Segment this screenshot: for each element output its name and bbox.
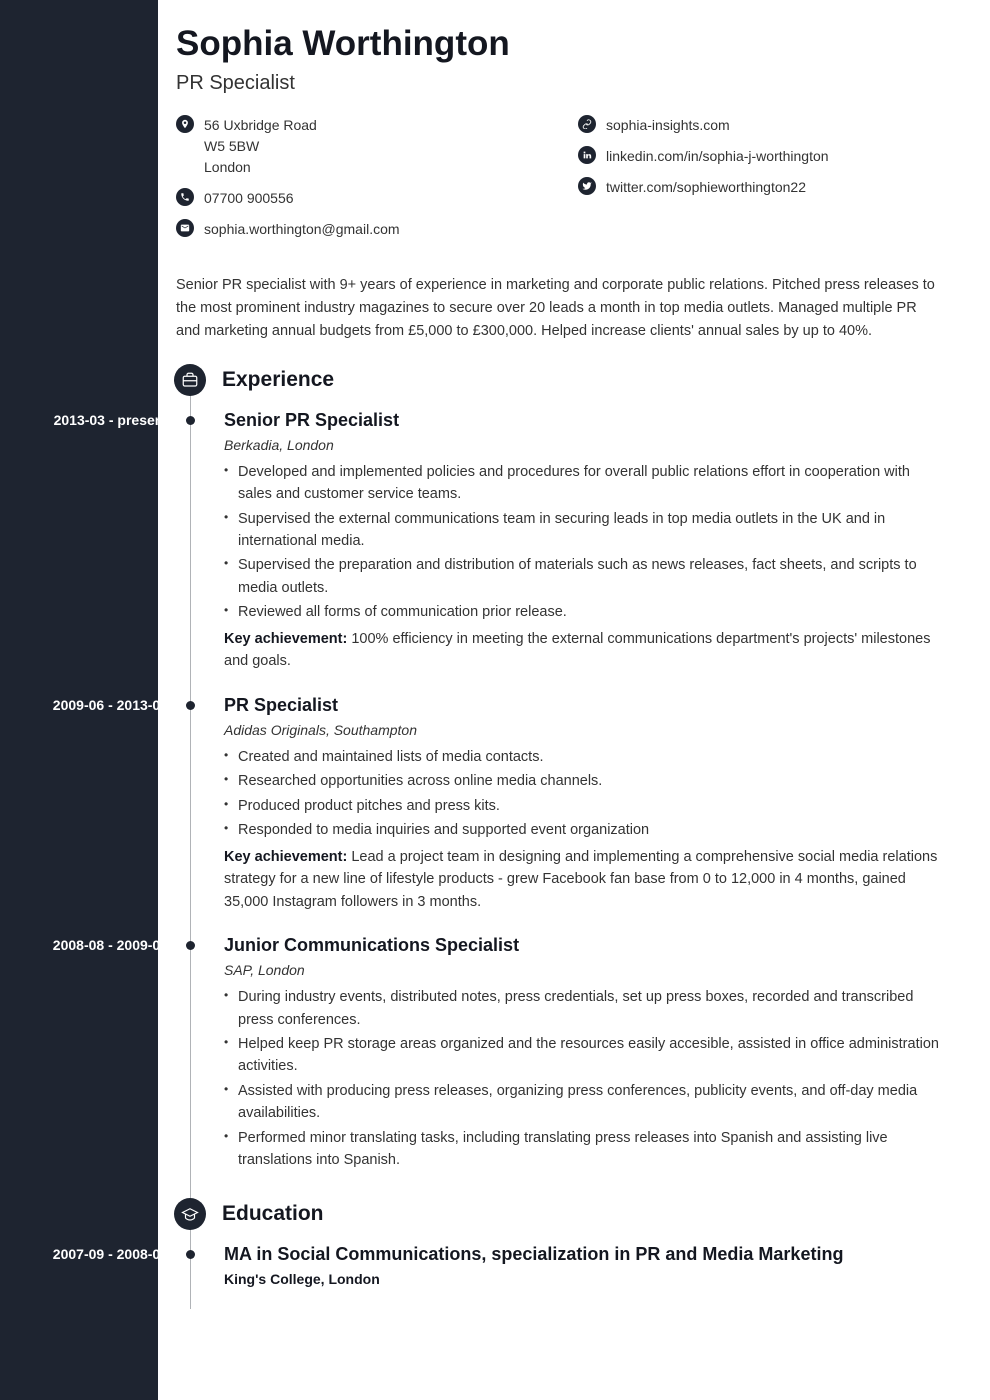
contact-section: 56 Uxbridge Road W5 5BW London 07700 900… xyxy=(176,115,940,250)
timeline-dot xyxy=(186,941,195,950)
twitter-icon xyxy=(578,177,596,195)
education-header: Education xyxy=(174,1198,940,1230)
bullet: Supervised the external communications t… xyxy=(224,508,940,553)
timeline-dot xyxy=(186,701,195,710)
entry-title: Senior PR Specialist xyxy=(224,410,940,431)
contact-website: sophia-insights.com xyxy=(578,115,940,136)
address-line1: 56 Uxbridge Road xyxy=(204,117,317,133)
contact-twitter: twitter.com/sophieworthington22 xyxy=(578,177,940,198)
job-title: PR Specialist xyxy=(176,72,940,95)
experience-entry: 2008-08 - 2009-06 Junior Communications … xyxy=(190,935,940,1198)
person-name: Sophia Worthington xyxy=(176,24,940,64)
location-icon xyxy=(176,115,194,133)
bullet: During industry events, distributed note… xyxy=(224,986,940,1031)
phone-icon xyxy=(176,188,194,206)
bullet: Researched opportunities across online m… xyxy=(224,770,940,792)
timeline-dot xyxy=(186,1250,195,1259)
education-title: Education xyxy=(222,1202,324,1226)
phone-text: 07700 900556 xyxy=(204,188,294,209)
experience-title: Experience xyxy=(222,368,334,392)
entry-company: SAP, London xyxy=(224,962,940,978)
timeline-dot xyxy=(186,416,195,425)
entry-company: Berkadia, London xyxy=(224,437,940,453)
briefcase-icon xyxy=(174,364,206,396)
linkedin-text: linkedin.com/in/sophia-j-worthington xyxy=(606,146,829,167)
entry-school: King's College, London xyxy=(224,1271,940,1287)
experience-entry: 2013-03 - present Senior PR Specialist B… xyxy=(190,410,940,695)
link-icon xyxy=(578,115,596,133)
bullet: Supervised the preparation and distribut… xyxy=(224,554,940,599)
address-line2: W5 5BW xyxy=(204,138,259,154)
education-timeline: 2007-09 - 2008-07 MA in Social Communica… xyxy=(190,1244,940,1309)
linkedin-icon xyxy=(578,146,596,164)
summary-text: Senior PR specialist with 9+ years of ex… xyxy=(176,274,940,344)
bullet: Assisted with producing press releases, … xyxy=(224,1080,940,1125)
achievement: Key achievement: 100% efficiency in meet… xyxy=(224,628,940,673)
graduation-cap-icon xyxy=(174,1198,206,1230)
experience-header: Experience xyxy=(174,364,940,396)
education-entry: 2007-09 - 2008-07 MA in Social Communica… xyxy=(190,1244,940,1309)
contact-linkedin: linkedin.com/in/sophia-j-worthington xyxy=(578,146,940,167)
bullet: Responded to media inquiries and support… xyxy=(224,819,940,841)
bullet: Developed and implemented policies and p… xyxy=(224,461,940,506)
email-text: sophia.worthington@gmail.com xyxy=(204,219,400,240)
contact-phone: 07700 900556 xyxy=(176,188,538,209)
twitter-text: twitter.com/sophieworthington22 xyxy=(606,177,806,198)
website-text: sophia-insights.com xyxy=(606,115,730,136)
entry-date: 2013-03 - present xyxy=(8,412,168,428)
entry-date: 2009-06 - 2013-03 xyxy=(8,697,168,713)
entry-title: PR Specialist xyxy=(224,695,940,716)
bullet: Helped keep PR storage areas organized a… xyxy=(224,1033,940,1078)
contact-email: sophia.worthington@gmail.com xyxy=(176,219,538,240)
entry-date: 2007-09 - 2008-07 xyxy=(8,1246,168,1262)
bullet: Produced product pitches and press kits. xyxy=(224,795,940,817)
main-content: Sophia Worthington PR Specialist 56 Uxbr… xyxy=(158,0,990,1400)
entry-company: Adidas Originals, Southampton xyxy=(224,722,940,738)
bullet: Created and maintained lists of media co… xyxy=(224,746,940,768)
entry-title: Junior Communications Specialist xyxy=(224,935,940,956)
bullet: Performed minor translating tasks, inclu… xyxy=(224,1127,940,1172)
address-line3: London xyxy=(204,159,251,175)
contact-address: 56 Uxbridge Road W5 5BW London xyxy=(176,115,538,178)
entry-date: 2008-08 - 2009-06 xyxy=(8,937,168,953)
entry-title: MA in Social Communications, specializat… xyxy=(224,1244,940,1265)
email-icon xyxy=(176,219,194,237)
achievement: Key achievement: Lead a project team in … xyxy=(224,846,940,913)
experience-entry: 2009-06 - 2013-03 PR Specialist Adidas O… xyxy=(190,695,940,935)
experience-timeline: 2013-03 - present Senior PR Specialist B… xyxy=(190,410,940,1198)
bullet: Reviewed all forms of communication prio… xyxy=(224,601,940,623)
